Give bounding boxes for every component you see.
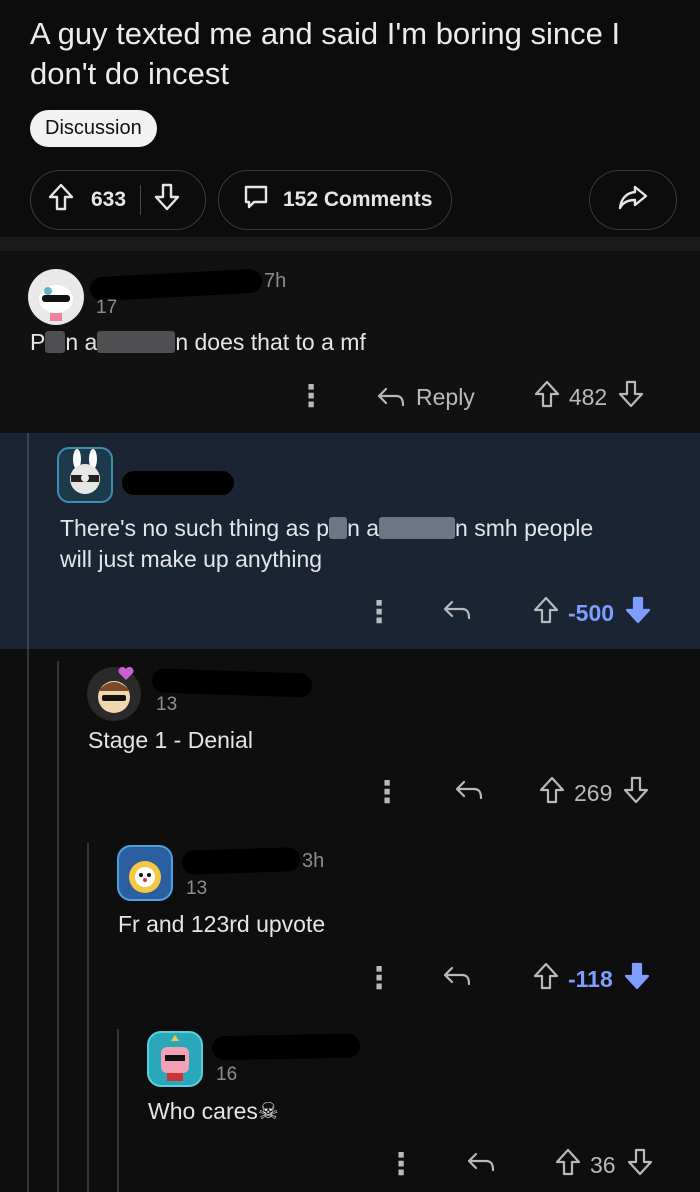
avatar[interactable]	[28, 269, 84, 325]
username-redacted	[122, 471, 234, 495]
reply-icon[interactable]	[442, 598, 472, 628]
text-redaction	[97, 331, 176, 353]
comment-text: Who cares☠	[148, 1098, 279, 1125]
thread-line[interactable]	[27, 433, 29, 649]
comment-score: 36	[590, 1151, 616, 1178]
upvote-icon[interactable]	[533, 379, 561, 415]
thread-line[interactable]	[117, 1029, 119, 1192]
vote-divider	[140, 185, 142, 215]
comment-bubble-icon	[241, 182, 271, 218]
downvote-icon[interactable]	[626, 1147, 654, 1183]
reply-icon[interactable]	[454, 778, 484, 808]
reply-icon	[377, 387, 405, 407]
username-redacted	[181, 846, 301, 876]
downvote-icon[interactable]	[617, 379, 645, 415]
comment-text: Stage 1 - Denial	[88, 727, 253, 753]
downvote-icon[interactable]	[153, 182, 181, 218]
username-redacted	[211, 1033, 361, 1061]
section-divider	[0, 237, 700, 251]
upvote-icon[interactable]	[47, 182, 75, 218]
comment-actions: ⋮ 36	[386, 1145, 680, 1185]
reply-label: Reply	[416, 383, 475, 410]
share-button[interactable]	[589, 170, 677, 230]
reply-button[interactable]: Reply	[376, 384, 475, 411]
upvote-icon[interactable]	[538, 775, 566, 811]
reply-icon[interactable]	[442, 964, 472, 994]
comments-button[interactable]: 152 Comments	[218, 170, 452, 230]
comment-text: There's no such thing as pn an smh peopl…	[60, 515, 594, 572]
post-header: A guy texted me and said I'm boring sinc…	[0, 0, 700, 237]
user-flair-number: 13	[186, 878, 208, 899]
reply-icon[interactable]	[466, 1150, 496, 1180]
text-redaction	[379, 517, 456, 539]
post-flair[interactable]: Discussion	[30, 110, 157, 147]
more-options-icon[interactable]: ⋮	[364, 964, 394, 994]
more-options-icon[interactable]: ⋮	[296, 382, 326, 412]
upvote-icon[interactable]	[532, 961, 560, 997]
comment-text: Pn an does that to a mf	[30, 329, 366, 355]
downvote-icon[interactable]	[622, 775, 650, 811]
user-flair-number: 16	[216, 1064, 238, 1085]
more-options-icon[interactable]: ⋮	[386, 1150, 416, 1180]
comment-score: -500	[568, 599, 615, 626]
comment: 13 Stage 1 - Denial ⋮ 269 3h 13 Fr and 1…	[0, 649, 700, 1192]
upvote-icon[interactable]	[554, 1147, 582, 1183]
share-icon	[617, 182, 649, 218]
user-flair-number: 17	[96, 297, 118, 318]
avatar[interactable]	[57, 447, 113, 503]
comment-score: 482	[568, 383, 608, 410]
comment-text: Fr and 123rd upvote	[118, 911, 326, 937]
thread-line[interactable]	[27, 649, 29, 1192]
comment-actions: ⋮ -118	[364, 959, 680, 999]
avatar[interactable]	[117, 845, 173, 901]
vote-pill: 633	[30, 170, 206, 230]
post-vote-count: 633	[91, 188, 127, 211]
comment-score: -118	[568, 965, 613, 992]
comment: 7h 17 Pn an does that to a mf ⋮ Reply 48…	[0, 251, 700, 433]
comment-score: 269	[574, 779, 613, 806]
comment-actions: ⋮ -500	[364, 593, 680, 633]
downvote-icon-active[interactable]	[624, 595, 652, 631]
thread-line[interactable]	[57, 661, 59, 1192]
thread-line[interactable]	[87, 843, 89, 1192]
more-options-icon[interactable]: ⋮	[372, 778, 402, 808]
avatar[interactable]	[147, 1031, 203, 1087]
heart-badge-icon	[118, 666, 134, 681]
comment-age: 7h	[264, 270, 287, 292]
comment-actions: ⋮ Reply 482	[296, 377, 680, 417]
downvote-icon-active[interactable]	[623, 961, 651, 997]
comment-age: 3h	[302, 850, 325, 872]
upvote-icon[interactable]	[532, 595, 560, 631]
post-title[interactable]: A guy texted me and said I'm boring sinc…	[30, 14, 680, 94]
comment-highlighted: There's no such thing as pn an smh peopl…	[0, 433, 700, 649]
more-options-icon[interactable]: ⋮	[364, 598, 394, 628]
comment-actions: ⋮ 269	[372, 773, 680, 813]
skull-crossbones-emoji: ☠	[257, 1099, 279, 1125]
text-redaction	[329, 517, 348, 539]
user-flair-number: 13	[156, 694, 178, 715]
text-redaction	[45, 331, 66, 353]
comments-count-label: 152 Comments	[283, 188, 433, 211]
